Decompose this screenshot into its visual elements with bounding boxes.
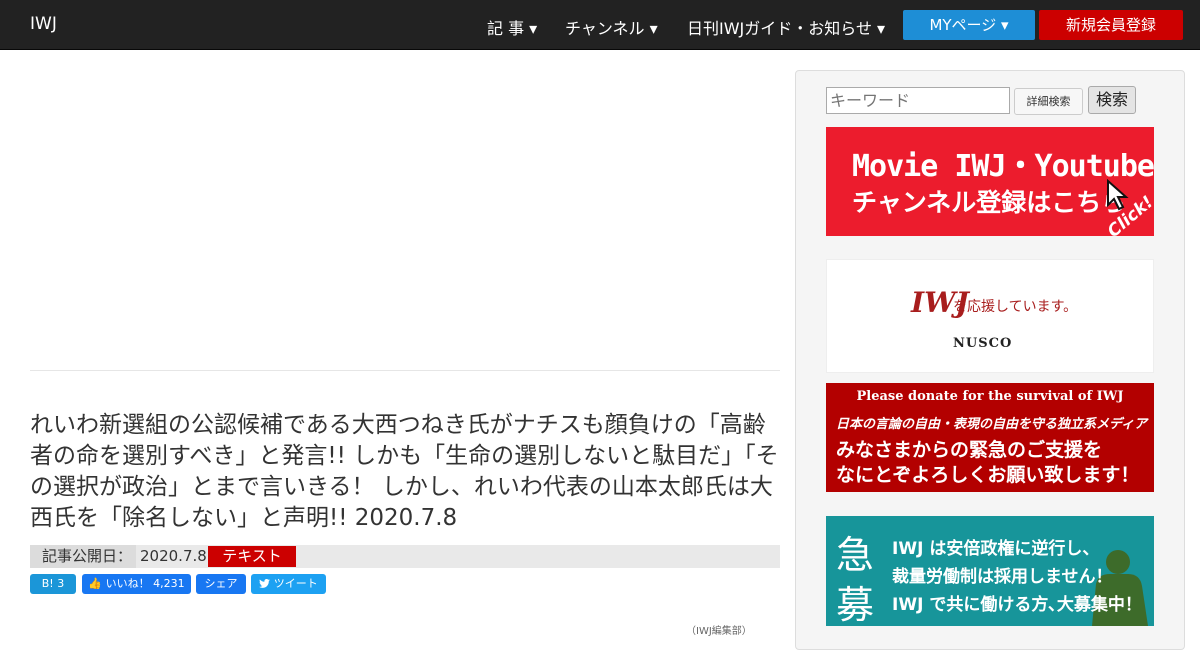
twitter-bird-icon (259, 579, 271, 588)
recruit-big-char-1: 急 (836, 533, 875, 577)
sponsor-text: を応援しています。 (953, 299, 1078, 315)
top-navbar: IWJ 記 事 ▾ チャンネル ▾ 日刊IWJガイド・お知らせ ▾ MYページ … (0, 0, 1200, 50)
facebook-like-button[interactable]: 👍 いいね！ 4,231 (82, 574, 191, 594)
ad-divider (30, 370, 780, 371)
tweet-label: ツイート (273, 577, 318, 590)
recruit-big-char-2: 募 (836, 583, 875, 626)
recruit-line-1: IWJ は安倍政権に逆行し、 (892, 539, 1100, 559)
nav-menu-daily-guide[interactable]: 日刊IWJガイド・お知らせ ▾ (687, 15, 885, 39)
advanced-search-button[interactable]: 詳細検索 (1014, 88, 1083, 115)
keyword-search-input[interactable] (826, 87, 1010, 114)
published-label: 記事公開日： (30, 545, 137, 568)
category-tag[interactable]: テキスト (208, 546, 296, 567)
brand-logo[interactable]: IWJ (30, 14, 57, 34)
my-page-button[interactable]: MYページ ▾ (903, 10, 1035, 40)
facebook-like-label: 👍 いいね！ 4,231 (88, 577, 185, 590)
banner-youtube-line2: チャンネル登録はこちら (852, 188, 1127, 217)
donate-banner[interactable]: Please donate for the survival of IWJ 日本… (826, 383, 1154, 492)
donate-line4: なにとぞよろしくお願い致します！ (836, 464, 1140, 486)
published-date: 2020.7.8 (140, 547, 207, 565)
youtube-channel-banner[interactable]: Movie IWJ・Youtube チャンネル登録はこちら Click! (826, 127, 1154, 236)
hatena-bookmark-button[interactable]: B! 3 (30, 574, 76, 594)
donate-line3: みなさまからの緊急のご支援を (836, 439, 1103, 461)
nav-menu-articles[interactable]: 記 事 ▾ (487, 15, 537, 39)
donate-tagline: 日本の言論の自由・表現の自由を守る独立系メディア (836, 417, 1148, 432)
recruit-line-2: 裁量労働制は採用しません！ (892, 567, 1113, 587)
search-button[interactable]: 検索 (1088, 86, 1136, 114)
nusco-logo: NUSCO (953, 336, 1013, 351)
donate-english-line: Please donate for the survival of IWJ (856, 389, 1124, 404)
recruit-line-3: IWJ で共に働ける方､大募集中！ (892, 595, 1142, 615)
facebook-share-button[interactable]: シェア (196, 574, 246, 594)
nusco-sponsor-banner[interactable]: IWJ を応援しています。 NUSCO (826, 259, 1154, 373)
nav-menu-channel[interactable]: チャンネル ▾ (565, 15, 658, 39)
recruiting-banner[interactable]: 急 募 IWJ は安倍政権に逆行し、 裁量労働制は採用しません！ IWJ で共に… (826, 516, 1154, 626)
article-meta-bar: 記事公開日： 2020.7.8 テキスト (30, 545, 780, 568)
article-title: れいわ新選組の公認候補である大西つねき氏がナチスも顔負けの「高齢者の命を選別すべ… (30, 412, 779, 531)
tweet-button[interactable]: ツイート (251, 574, 326, 594)
register-button[interactable]: 新規会員登録 (1039, 10, 1183, 40)
